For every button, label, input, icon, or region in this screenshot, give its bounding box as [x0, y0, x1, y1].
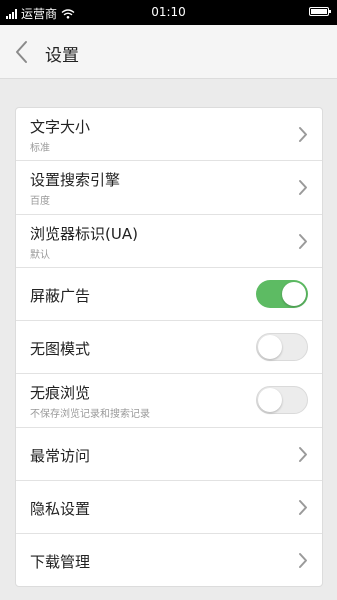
- setting-title: 屏蔽广告: [30, 286, 91, 305]
- setting-row-most-visited[interactable]: 最常访问: [16, 428, 322, 482]
- status-bar: 运营商 01:10: [0, 0, 337, 25]
- nav-bar: 设置: [0, 25, 337, 79]
- toggle-knob: [282, 281, 306, 306]
- setting-row-ad-block[interactable]: 屏蔽广告: [16, 268, 322, 322]
- setting-subtitle: 默认: [30, 249, 50, 261]
- battery-icon: [309, 7, 331, 16]
- setting-row-search-engine[interactable]: 设置搜索引擎 百度: [16, 161, 322, 215]
- chevron-right-icon: [299, 446, 307, 462]
- setting-subtitle: 标准: [30, 143, 50, 154]
- chevron-right-icon: [299, 553, 307, 569]
- back-arrow-icon[interactable]: [12, 39, 32, 65]
- toggle-knob: [258, 335, 282, 360]
- toggle-switch[interactable]: [256, 386, 308, 415]
- toggle-switch[interactable]: [256, 279, 308, 308]
- setting-title: 隐私设置: [30, 500, 91, 519]
- setting-title: 下载管理: [30, 553, 91, 572]
- setting-row-incognito[interactable]: 无痕浏览不保存浏览记录和搜索记录: [16, 374, 322, 428]
- status-time: 01:10: [151, 5, 186, 19]
- chevron-right-icon: [299, 500, 307, 516]
- setting-row-privacy[interactable]: 隐私设置: [16, 481, 322, 535]
- setting-title: 浏览器标识(UA): [30, 224, 138, 243]
- setting-title: 最常访问: [30, 446, 91, 465]
- toggle-knob: [258, 388, 282, 413]
- settings-list: 文字大小标准设置搜索引擎百度浏览器标识(UA) 默认屏蔽广告无图模式无痕浏览不保存…: [15, 107, 323, 587]
- setting-title: 无图模式: [30, 340, 91, 359]
- setting-title: 无痕浏览: [30, 384, 91, 403]
- chevron-right-icon: [299, 180, 307, 196]
- setting-row-user-agent[interactable]: 浏览器标识(UA) 默认: [16, 215, 322, 268]
- setting-row-font-size[interactable]: 文字大小 标准: [16, 108, 322, 162]
- setting-row-no-image-mode[interactable]: 无图模式: [16, 321, 322, 375]
- toggle-switch[interactable]: [256, 333, 308, 362]
- page-title: 设置: [45, 46, 79, 66]
- chevron-right-icon: [299, 127, 307, 142]
- setting-subtitle: 百度: [30, 196, 50, 208]
- setting-title: 文字大小: [30, 118, 91, 136]
- chevron-right-icon: [299, 233, 307, 249]
- setting-row-downloads[interactable]: 下载管理: [16, 534, 322, 586]
- setting-subtitle: 不保存浏览记录和搜索记录: [30, 409, 150, 421]
- setting-title: 设置搜索引擎: [30, 171, 121, 190]
